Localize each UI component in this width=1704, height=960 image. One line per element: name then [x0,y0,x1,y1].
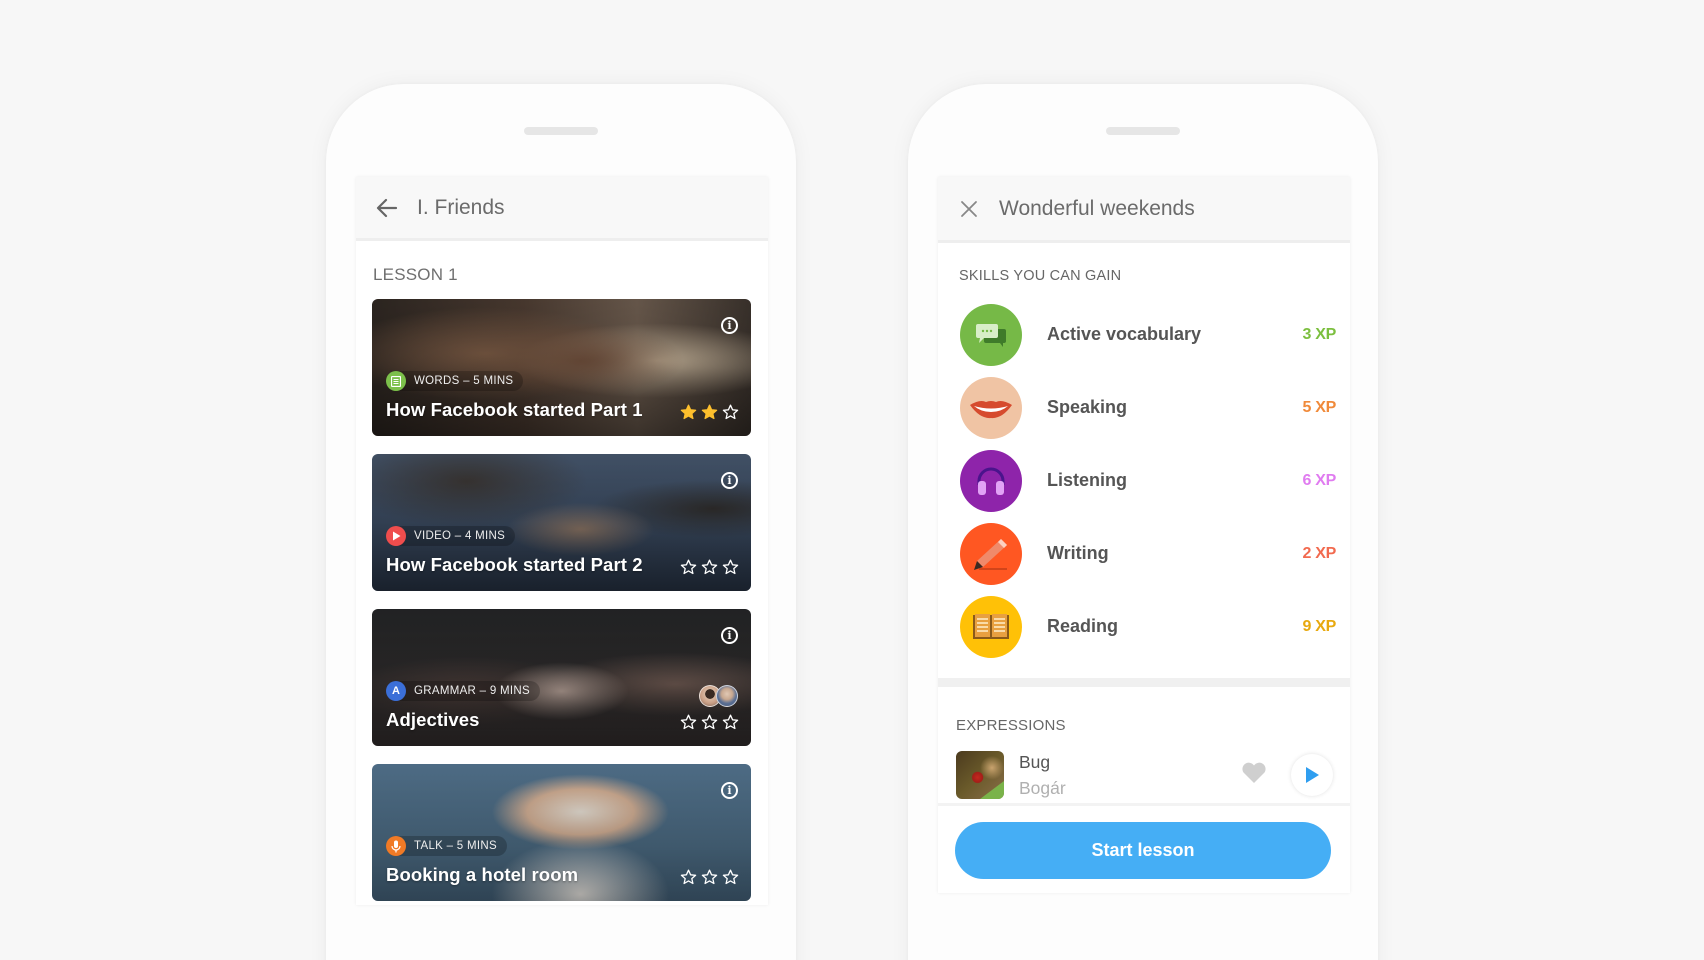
favorite-button[interactable] [1241,762,1267,789]
expression-thumbnail [956,751,1004,799]
skill-row: Writing 2 XP [938,517,1350,590]
app-bar: Wonderful weekends [938,177,1350,243]
info-icon[interactable]: i [721,472,738,489]
lesson-list-screen: I. Friends LESSON 1 i WORDS – 5 MINS How… [356,177,768,905]
star-empty-icon [701,869,718,885]
card-meta: WORDS – 5 MINS [386,371,524,391]
card-meta: A GRAMMAR – 9 MINS [386,681,540,701]
expression-translation: Bogár [1019,777,1066,798]
star-filled-icon [680,404,697,420]
card-title: Booking a hotel room [386,864,579,885]
star-empty-icon [701,559,718,575]
lips-icon [960,376,1022,439]
back-button[interactable] [374,195,400,221]
star-empty-icon [722,559,739,575]
avatar [716,685,738,707]
app-bar: I. Friends [356,177,768,241]
lesson-section-label: LESSON 1 [373,265,458,284]
grammar-a-icon: A [386,681,406,701]
star-empty-icon [701,714,718,730]
arrow-left-icon [376,198,398,217]
close-icon [961,200,977,217]
microphone-icon [386,836,406,856]
lesson-card[interactable]: i VIDEO – 4 MINS How Facebook started Pa… [372,454,751,591]
lesson-card[interactable]: i A GRAMMAR – 9 MINS Adjectives [372,609,751,746]
play-audio-button[interactable] [1291,754,1333,796]
book-icon [960,595,1022,658]
skill-xp: 3 XP [1302,325,1337,343]
card-meta: TALK – 5 MINS [386,836,507,856]
card-title: How Facebook started Part 2 [386,554,643,575]
info-icon[interactable]: i [721,627,738,644]
lesson-card[interactable]: i TALK – 5 MINS Booking a hotel room [372,764,751,901]
skill-row: Active vocabulary 3 XP [938,298,1350,371]
star-rating [680,559,739,576]
words-icon [386,371,406,391]
headphones-icon [960,449,1022,512]
page-title: Wonderful weekends [999,196,1195,220]
skill-name: Active vocabulary [1047,324,1202,344]
expression-row[interactable]: Bug Bogár [938,747,1350,803]
expressions-section-label: EXPRESSIONS [956,717,1066,734]
star-empty-icon [722,714,739,730]
footer-bar: Start lesson [938,803,1350,893]
card-meta: VIDEO – 4 MINS [386,526,516,546]
info-icon[interactable]: i [721,317,738,334]
page-title: I. Friends [417,195,505,219]
star-empty-icon [722,404,739,420]
phone-speaker [524,127,598,135]
star-empty-icon [722,869,739,885]
chat-bubbles-icon [960,303,1022,366]
skill-name: Listening [1047,470,1127,490]
skill-name: Writing [1047,543,1109,563]
skill-xp: 2 XP [1302,544,1337,562]
video-play-icon [386,526,406,546]
close-button[interactable] [956,196,982,222]
skill-xp: 9 XP [1302,617,1337,635]
lesson-card[interactable]: i WORDS – 5 MINS How Facebook started Pa… [372,299,751,436]
pencil-icon [960,522,1022,585]
skill-name: Reading [1047,616,1119,636]
skill-xp: 6 XP [1302,471,1337,489]
participant-avatars [699,685,738,707]
info-icon[interactable]: i [721,782,738,799]
card-meta-text: VIDEO – 4 MINS [414,530,506,542]
star-empty-icon [680,714,697,730]
heart-icon [1242,762,1266,783]
card-title: Adjectives [386,709,480,730]
skill-xp: 5 XP [1302,398,1337,416]
skill-row: Reading 9 XP [938,590,1350,663]
mockup-stage: I. Friends LESSON 1 i WORDS – 5 MINS How… [0,0,1704,960]
section-divider [938,678,1350,687]
card-title: How Facebook started Part 1 [386,399,643,420]
star-empty-icon [680,869,697,885]
star-rating [680,404,739,421]
lesson-detail-screen: Wonderful weekends SKILLS YOU CAN GAIN A… [938,177,1350,893]
start-lesson-button[interactable]: Start lesson [955,822,1331,879]
star-filled-icon [701,404,718,420]
star-rating [680,714,739,731]
expression-word: Bug [1019,751,1051,772]
lesson-card-list: i WORDS – 5 MINS How Facebook started Pa… [356,299,768,905]
card-meta-text: WORDS – 5 MINS [414,375,514,387]
skills-section-label: SKILLS YOU CAN GAIN [959,268,1122,284]
star-empty-icon [680,559,697,575]
skill-row: Listening 6 XP [938,444,1350,517]
card-meta-text: GRAMMAR – 9 MINS [414,685,530,697]
card-meta-text: TALK – 5 MINS [414,840,497,852]
phone-speaker [1106,127,1180,135]
skill-name: Speaking [1047,397,1128,417]
phone-lesson-detail: Wonderful weekends SKILLS YOU CAN GAIN A… [908,84,1378,960]
star-rating [680,869,739,886]
phone-lesson-list: I. Friends LESSON 1 i WORDS – 5 MINS How… [326,84,796,960]
play-icon [1306,767,1319,783]
skill-row: Speaking 5 XP [938,371,1350,444]
